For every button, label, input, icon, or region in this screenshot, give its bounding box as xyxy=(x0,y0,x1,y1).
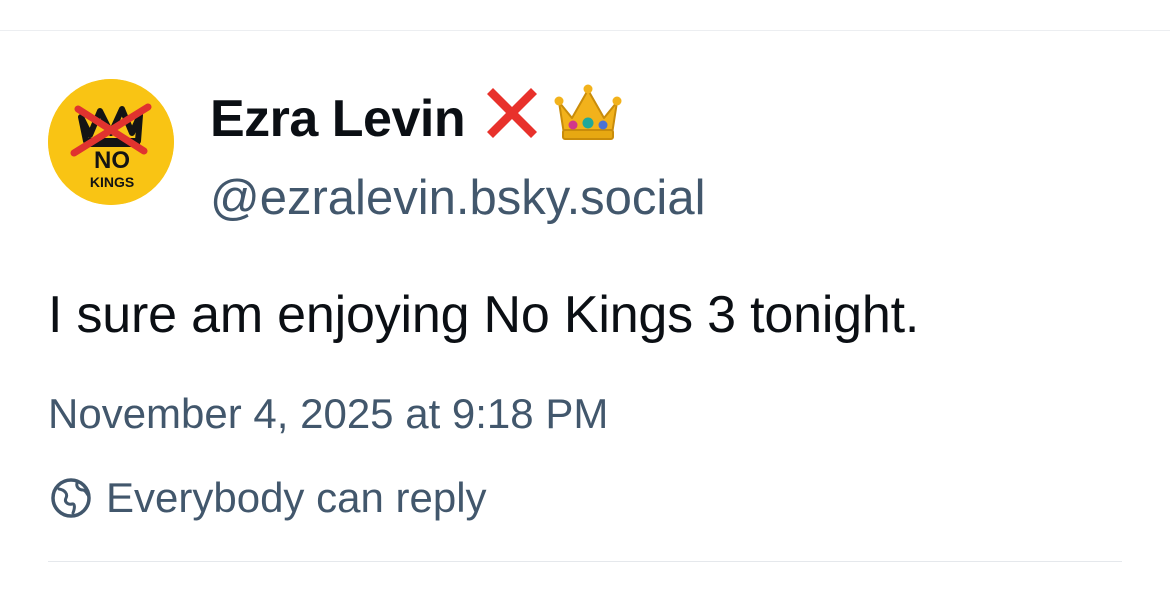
globe-icon xyxy=(51,478,91,518)
reply-setting[interactable]: Everybody can reply xyxy=(48,470,487,526)
avatar[interactable]: NO KINGS xyxy=(48,79,174,205)
no-kings-logo: NO KINGS xyxy=(48,79,174,205)
reply-setting-label: Everybody can reply xyxy=(106,474,487,521)
display-name: Ezra Levin xyxy=(210,90,466,148)
author-handle[interactable]: @ezralevin.bsky.social xyxy=(210,170,705,226)
author-name[interactable]: Ezra Levin xyxy=(210,84,623,152)
avatar-logo-text-no: NO xyxy=(94,147,130,174)
cross-mark-icon xyxy=(479,80,545,159)
bottom-divider xyxy=(48,561,1122,562)
post-timestamp[interactable]: November 4, 2025 at 9:18 PM xyxy=(48,390,608,438)
post-text: I sure am enjoying No Kings 3 tonight. xyxy=(48,286,920,344)
avatar-logo-text-kings: KINGS xyxy=(90,174,134,190)
top-divider xyxy=(0,30,1170,31)
crown-icon xyxy=(553,80,623,159)
